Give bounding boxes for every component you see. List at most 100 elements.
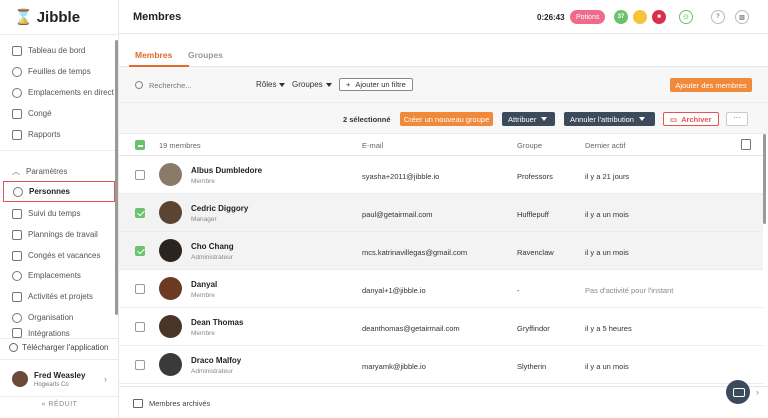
location-pin-icon bbox=[12, 270, 22, 281]
avatar bbox=[159, 163, 182, 186]
member-email: paul@getairmail.com bbox=[362, 210, 433, 219]
archive-button[interactable]: ▭ Archiver bbox=[663, 112, 719, 126]
sidebar-item-organization[interactable]: Organisation bbox=[3, 307, 115, 328]
gift-icon[interactable]: ▥ bbox=[735, 10, 749, 24]
sidebar-item-label: Emplacements en direct bbox=[28, 88, 114, 97]
member-role: Membre bbox=[191, 178, 215, 185]
row-checkbox[interactable] bbox=[135, 360, 145, 370]
member-name[interactable]: Cho Chang bbox=[191, 242, 234, 251]
page-title: Membres bbox=[133, 11, 182, 23]
collapse-sidebar-button[interactable]: « RÉDUIT bbox=[0, 397, 119, 413]
add-members-button[interactable]: Ajouter des membres bbox=[670, 78, 752, 92]
member-name[interactable]: Danyal bbox=[191, 280, 217, 289]
bulk-action-bar: 2 sélectionné Créer un nouveau groupe At… bbox=[119, 103, 768, 134]
row-checkbox[interactable] bbox=[135, 322, 145, 332]
avatar bbox=[159, 277, 182, 300]
archived-members-link[interactable]: Membres archivés bbox=[133, 399, 210, 408]
sidebar-item-dashboard[interactable]: Tableau de bord bbox=[3, 40, 115, 61]
create-group-button[interactable]: Créer un nouveau groupe bbox=[400, 112, 493, 126]
add-filter-label: Ajouter un filtre bbox=[355, 80, 406, 89]
table-row[interactable]: Albus Dumbledore Membre syasha+2011@jibble… bbox=[119, 156, 763, 194]
table-scrollbar[interactable] bbox=[763, 134, 766, 224]
chat-support-button[interactable] bbox=[726, 380, 750, 404]
row-checkbox[interactable] bbox=[135, 208, 145, 218]
sidebar-item-work-schedules[interactable]: Plannings de travail bbox=[3, 224, 115, 245]
sidebar-item-leave-holidays[interactable]: Congés et vacances bbox=[3, 245, 115, 266]
clock-in-icon[interactable]: ⚇ bbox=[679, 10, 693, 24]
tab-groups[interactable]: Groupes bbox=[188, 50, 223, 60]
member-group: Gryffindor bbox=[517, 324, 550, 333]
member-role: Manager bbox=[191, 216, 217, 223]
member-email: danyal+1@jibble.io bbox=[362, 286, 426, 295]
row-checkbox[interactable] bbox=[135, 246, 145, 256]
member-name[interactable]: Draco Malfoy bbox=[191, 356, 241, 365]
column-header-group: Groupe bbox=[517, 141, 543, 150]
member-name[interactable]: Albus Dumbledore bbox=[191, 166, 262, 175]
sidebar-item-timesheets[interactable]: Feuilles de temps bbox=[3, 61, 115, 82]
row-checkbox[interactable] bbox=[135, 284, 145, 294]
table-row[interactable]: Dean Thomas Membre deanthomas@getairmail.c… bbox=[119, 308, 763, 346]
sidebar-item-label: Congé bbox=[28, 109, 52, 118]
sidebar-item-people[interactable]: Personnes bbox=[3, 181, 115, 202]
divider bbox=[0, 359, 118, 360]
tabs: Membres Groupes bbox=[119, 34, 768, 67]
export-icon[interactable] bbox=[741, 139, 751, 150]
roles-filter-label: Rôles bbox=[256, 80, 277, 89]
lightning-icon[interactable]: ⚡ bbox=[633, 10, 647, 24]
help-icon[interactable]: ? bbox=[711, 10, 725, 24]
archive-icon: ▭ bbox=[670, 114, 678, 124]
member-name[interactable]: Dean Thomas bbox=[191, 318, 243, 327]
sidebar-item-time-tracking[interactable]: Suivi du temps bbox=[3, 203, 115, 224]
sidebar-item-label: Suivi du temps bbox=[28, 209, 81, 218]
user-organization: Hogwarts Co bbox=[34, 381, 69, 388]
member-last-active: il y a 21 jours bbox=[585, 172, 630, 181]
member-group: - bbox=[517, 286, 520, 295]
notification-count-badge[interactable]: 37 bbox=[614, 10, 628, 24]
column-header-email: E-mail bbox=[362, 141, 384, 150]
roles-filter-dropdown[interactable]: Rôles bbox=[256, 80, 286, 89]
sidebar-item-reports[interactable]: Rapports bbox=[3, 124, 115, 145]
table-row[interactable]: Cedric Diggory Manager paul@getairmail.com… bbox=[119, 194, 763, 232]
sidebar-settings-toggle[interactable]: ︿ Paramètres bbox=[3, 161, 115, 182]
table-row[interactable]: Danyal Membre danyal+1@jibble.io - Pas d'act… bbox=[119, 270, 763, 308]
timer: 0:26:43 bbox=[537, 13, 565, 22]
download-icon bbox=[9, 343, 18, 352]
member-name[interactable]: Cedric Diggory bbox=[191, 204, 248, 213]
chevron-up-icon: ︿ bbox=[12, 167, 20, 176]
unassign-dropdown[interactable]: Annuler l'attribution bbox=[564, 112, 655, 126]
sidebar-item-locations[interactable]: Emplacements bbox=[3, 265, 115, 286]
sidebar-item-activities-projects[interactable]: Activités et projets bbox=[3, 286, 115, 307]
sidebar-item-leave[interactable]: Congé bbox=[3, 103, 115, 124]
table-row[interactable]: Cho Chang Administrateur mcs.katrinavilleg… bbox=[119, 232, 763, 270]
sidebar-scrollbar[interactable] bbox=[115, 40, 118, 315]
brand-name: Jibble bbox=[36, 8, 81, 26]
more-actions-button[interactable]: ··· bbox=[726, 112, 748, 126]
select-all-checkbox[interactable] bbox=[135, 140, 145, 150]
schedule-icon bbox=[12, 229, 22, 240]
tab-members[interactable]: Membres bbox=[135, 50, 172, 60]
row-checkbox[interactable] bbox=[135, 170, 145, 180]
groups-filter-dropdown[interactable]: Groupes bbox=[292, 80, 332, 89]
members-table: 19 membres E-mail Groupe Dernier actif A… bbox=[119, 134, 763, 386]
table-row[interactable]: Draco Malfoy Administrateur maryamk@jibble… bbox=[119, 346, 763, 384]
project-badge[interactable]: Potions bbox=[570, 10, 606, 24]
assign-dropdown[interactable]: Attribuer bbox=[502, 112, 555, 126]
jibble-logo[interactable]: ⌛ Jibble bbox=[0, 0, 118, 34]
search-input[interactable] bbox=[149, 78, 239, 92]
selected-count: 2 sélectionné bbox=[343, 115, 391, 124]
divider bbox=[0, 338, 118, 339]
unassign-label: Annuler l'attribution bbox=[570, 114, 634, 124]
download-app-link[interactable]: Télécharger l'application bbox=[9, 343, 108, 352]
chevron-right-icon[interactable]: › bbox=[756, 387, 759, 397]
member-group: Slytherin bbox=[517, 362, 547, 371]
user-profile[interactable]: Fred Weasley Hogwarts Co › bbox=[0, 362, 119, 396]
sidebar-item-integrations[interactable]: Intégrations bbox=[3, 328, 115, 338]
add-filter-button[interactable]: + Ajouter un filtre bbox=[339, 78, 413, 91]
sidebar-item-label: Organisation bbox=[28, 313, 74, 322]
chevron-right-icon: › bbox=[104, 374, 107, 384]
sidebar-item-live-locations[interactable]: Emplacements en direct bbox=[3, 82, 115, 103]
table-header: 19 membres E-mail Groupe Dernier actif bbox=[119, 134, 763, 156]
stop-button[interactable]: ■ bbox=[652, 10, 666, 24]
archived-members-label: Membres archivés bbox=[149, 399, 211, 408]
user-name: Fred Weasley bbox=[34, 370, 86, 380]
